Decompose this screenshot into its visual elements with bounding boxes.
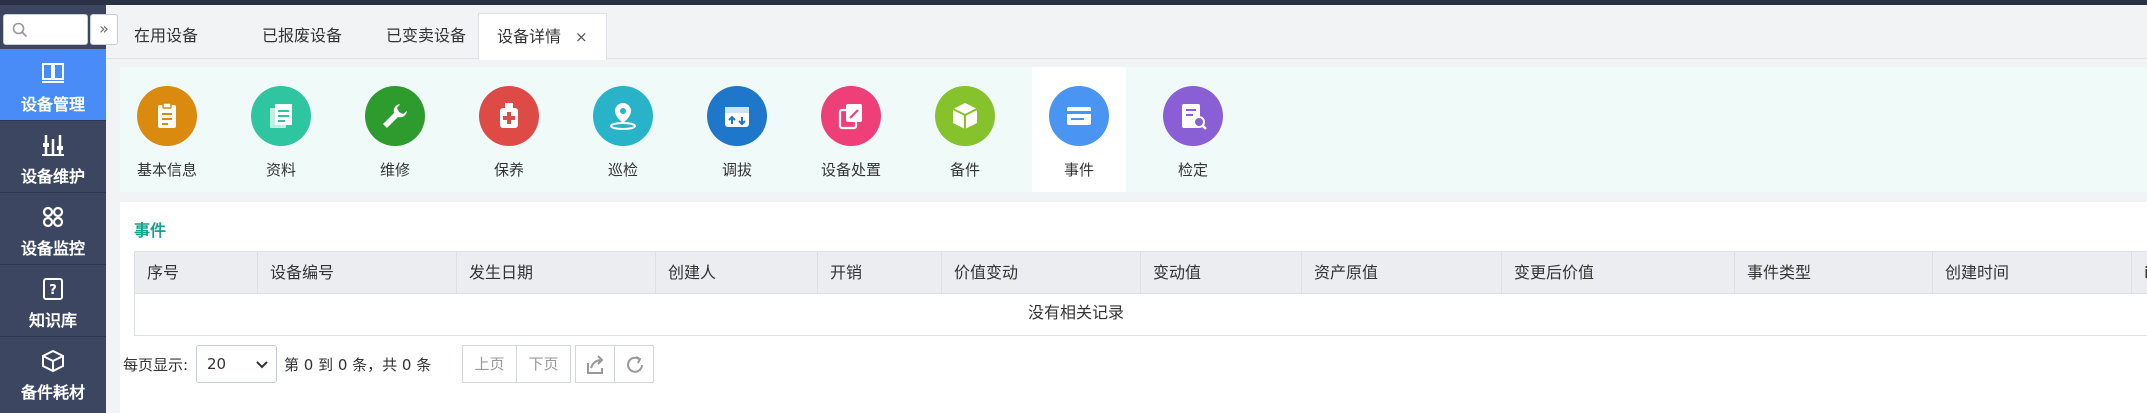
- feature-disposal[interactable]: 设备处置: [804, 67, 898, 192]
- report-search-icon: [1163, 86, 1223, 146]
- chevron-down-icon: [256, 361, 268, 369]
- column-header[interactable]: 发生日期: [457, 252, 656, 293]
- per-page-label: 每页显示:: [123, 356, 189, 374]
- feature-documents[interactable]: 资料: [234, 67, 328, 192]
- tab-sold-equipment[interactable]: 已变卖设备: [368, 13, 484, 59]
- sidebar-item-equipment-management[interactable]: 设备管理: [0, 49, 106, 120]
- prev-page-button[interactable]: 上页: [462, 345, 517, 383]
- package-icon: [935, 86, 995, 146]
- tab-label: 已报废设备: [262, 26, 343, 45]
- close-icon[interactable]: ×: [575, 28, 588, 46]
- feature-label: 检定: [1177, 161, 1208, 179]
- content-panel: 事件 序号 设备编号 发生日期 创建人 开销 价值变动 变动值 资产原值 变更后…: [120, 202, 2147, 413]
- svg-text:?: ?: [49, 283, 57, 298]
- feature-spare-parts[interactable]: 备件: [918, 67, 1012, 192]
- empty-message: 没有相关记录: [135, 294, 2147, 336]
- tab-in-use-equipment[interactable]: 在用设备: [116, 13, 216, 59]
- wrench-icon: [365, 86, 425, 146]
- feature-events[interactable]: 事件: [1032, 67, 1126, 192]
- cube-icon: [42, 349, 64, 373]
- feature-repair[interactable]: 维修: [348, 67, 442, 192]
- page-info: 第 0 到 0 条，共 0 条: [284, 356, 432, 374]
- edit-copy-icon: [821, 86, 881, 146]
- question-icon: ?: [43, 278, 63, 300]
- feature-basic-info[interactable]: 基本信息: [120, 67, 214, 192]
- column-header[interactable]: 变更后价值: [1502, 252, 1735, 293]
- table-header: 序号 设备编号 发生日期 创建人 开销 价值变动 变动值 资产原值 变更后价值 …: [135, 252, 2147, 294]
- tab-equipment-details[interactable]: 设备详情 ×: [478, 13, 607, 60]
- feature-transfer[interactable]: 调拔: [690, 67, 784, 192]
- feature-maintenance[interactable]: 保养: [462, 67, 556, 192]
- section-title: 事件: [134, 221, 167, 240]
- feature-panel: 基本信息 资料 维修 保养 巡检 调拔 设备处置 备件 事件 检定: [120, 67, 2147, 192]
- per-page-select[interactable]: 20: [196, 345, 277, 383]
- document-icon: [251, 86, 311, 146]
- sidebar-item-label: 设备监控: [20, 239, 85, 258]
- share-icon: [587, 355, 604, 374]
- feature-calibration[interactable]: 检定: [1146, 67, 1240, 192]
- events-table: 序号 设备编号 发生日期 创建人 开销 价值变动 变动值 资产原值 变更后价值 …: [134, 251, 2147, 336]
- column-header[interactable]: 创建时间: [1933, 252, 2132, 293]
- tab-bar: 在用设备 已报废设备 已变卖设备 设备详情 ×: [106, 5, 2147, 60]
- tab-label: 在用设备: [134, 26, 199, 45]
- column-header[interactable]: 变动值: [1141, 252, 1302, 293]
- column-header[interactable]: 创建人: [656, 252, 818, 293]
- column-header[interactable]: i: [2132, 252, 2147, 293]
- column-header[interactable]: 设备编号: [258, 252, 457, 293]
- sidebar-item-label: 备件耗材: [20, 383, 85, 402]
- transfer-box-icon: [707, 86, 767, 146]
- column-header[interactable]: 资产原值: [1302, 252, 1502, 293]
- sidebar-item-equipment-monitoring[interactable]: 设备监控: [0, 193, 106, 264]
- sidebar-item-label: 知识库: [28, 311, 77, 330]
- refresh-button[interactable]: [614, 345, 654, 383]
- feature-inspection[interactable]: 巡检: [576, 67, 670, 192]
- pagination: 每页显示: 20 第 0 到 0 条，共 0 条 上页 下页: [120, 345, 2147, 383]
- sidebar-search-input[interactable]: [3, 14, 88, 45]
- clipboard-icon: [137, 86, 197, 146]
- refresh-icon: [627, 356, 643, 373]
- per-page-value: 20: [207, 355, 227, 373]
- card-icon: [1049, 86, 1109, 146]
- sidebar-collapse-button[interactable]: »: [90, 14, 118, 45]
- column-header[interactable]: 事件类型: [1735, 252, 1933, 293]
- monitor-icon: [42, 206, 64, 228]
- column-header[interactable]: 开销: [818, 252, 942, 293]
- sidebar-item-label: 设备管理: [20, 95, 85, 114]
- column-header[interactable]: 序号: [135, 252, 258, 293]
- search-icon: [12, 22, 28, 38]
- sidebar-item-equipment-maintenance[interactable]: 设备维护: [0, 121, 106, 192]
- first-aid-icon: [479, 86, 539, 146]
- sidebar: » 设备管理 设备维护 设备监控 ? 知识库 备件耗材: [0, 5, 118, 413]
- tab-label: 已变卖设备: [386, 26, 467, 45]
- tools-icon: [42, 135, 64, 156]
- sidebar-item-label: 设备维护: [20, 167, 85, 186]
- column-header[interactable]: 价值变动: [942, 252, 1141, 293]
- tab-scrapped-equipment[interactable]: 已报废设备: [244, 13, 360, 59]
- main-area: 在用设备 已报废设备 已变卖设备 设备详情 × 基本信息 资料 维修 保养 巡检…: [106, 5, 2147, 413]
- next-page-button[interactable]: 下页: [516, 345, 571, 383]
- sidebar-item-spare-parts[interactable]: 备件耗材: [0, 337, 106, 408]
- export-button[interactable]: [575, 345, 615, 383]
- location-pin-icon: [593, 86, 653, 146]
- book-icon: [42, 63, 64, 83]
- tab-label: 设备详情: [497, 27, 562, 46]
- sidebar-item-knowledge-base[interactable]: ? 知识库: [0, 265, 106, 336]
